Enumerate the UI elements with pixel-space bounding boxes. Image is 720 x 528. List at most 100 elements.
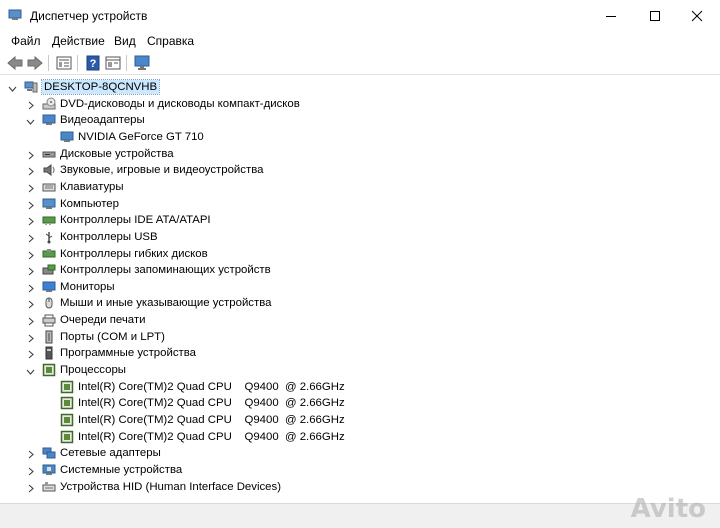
tree-category[interactable]: Дисковые устройства	[0, 146, 700, 162]
menu-help[interactable]: Справка	[147, 34, 194, 48]
tree-category[interactable]: Порты (COM и LPT)	[0, 329, 700, 345]
software-device-icon	[42, 346, 56, 360]
monitor-icon[interactable]	[133, 54, 151, 72]
tree-category[interactable]: Клавиатуры	[0, 179, 700, 195]
tree-category-label: Контроллеры гибких дисков	[60, 247, 208, 260]
chevron-right-icon[interactable]	[26, 282, 35, 293]
chevron-down-icon[interactable]	[26, 365, 35, 375]
tree-category-label: Компьютер	[60, 197, 119, 210]
close-button[interactable]	[674, 0, 720, 31]
cpu-icon	[60, 430, 74, 444]
tree-category[interactable]: Компьютер	[0, 196, 700, 212]
cpu-icon	[60, 413, 74, 427]
tree-category-label: Очереди печати	[60, 314, 146, 327]
avito-watermark: Avito	[630, 494, 706, 524]
properties-icon[interactable]	[55, 54, 73, 72]
printer-icon	[42, 313, 56, 327]
menu-action[interactable]: Действие	[52, 34, 105, 48]
chevron-right-icon[interactable]	[26, 348, 35, 359]
storage-controller-icon	[42, 263, 56, 277]
toolbar: ?	[0, 51, 720, 75]
chevron-right-icon[interactable]	[26, 448, 35, 459]
tree-category[interactable]: Системные устройства	[0, 462, 700, 478]
chevron-right-icon[interactable]	[26, 265, 35, 276]
cpu-icon	[60, 380, 74, 394]
speaker-icon	[42, 163, 56, 177]
chevron-right-icon[interactable]	[26, 482, 35, 493]
chevron-right-icon[interactable]	[26, 332, 35, 343]
tree-category-label: Процессоры	[60, 364, 126, 377]
minimize-icon	[606, 15, 616, 17]
tree-category[interactable]: Мыши и иные указывающие устройства	[0, 295, 700, 311]
tree-category-label: Мониторы	[60, 280, 115, 293]
chevron-down-icon[interactable]	[8, 82, 17, 92]
processor-icon	[42, 363, 56, 377]
dvd-drive-icon	[42, 97, 56, 111]
tree-root[interactable]: DESKTOP-8QCNVHB	[0, 79, 700, 95]
tree-category[interactable]: Контроллеры USB	[0, 229, 700, 245]
menu-file[interactable]: Файл	[11, 34, 41, 48]
tree-device-label: Intel(R) Core(TM)2 Quad CPU Q9400 @ 2.66…	[78, 414, 345, 426]
tree-category-label: Мыши и иные указывающие устройства	[60, 297, 272, 310]
tree-category-label: Дисковые устройства	[60, 147, 174, 160]
monitor-icon	[42, 280, 56, 294]
view-icon[interactable]	[104, 54, 122, 72]
tree-category-label: Порты (COM и LPT)	[60, 330, 165, 343]
chevron-right-icon[interactable]	[26, 298, 35, 309]
floppy-controller-icon	[42, 247, 56, 261]
tree-category[interactable]: Процессоры	[0, 362, 700, 378]
tree-category-label: Звуковые, игровые и видеоустройства	[60, 164, 264, 177]
device-manager-icon	[8, 9, 22, 21]
tree-category[interactable]: Мониторы	[0, 279, 700, 295]
title-bar[interactable]: Диспетчер устройств	[0, 0, 720, 31]
tree-category-label: Сетевые адаптеры	[60, 447, 161, 460]
window-title: Диспетчер устройств	[30, 9, 148, 23]
tree-category[interactable]: Сетевые адаптеры	[0, 445, 700, 461]
computer-icon	[24, 80, 38, 94]
tree-category-label: Контроллеры USB	[60, 230, 158, 243]
help-icon[interactable]: ?	[84, 54, 102, 72]
tree-device[interactable]: Intel(R) Core(TM)2 Quad CPU Q9400 @ 2.66…	[0, 412, 700, 428]
tree-device[interactable]: Intel(R) Core(TM)2 Quad CPU Q9400 @ 2.66…	[0, 395, 700, 411]
tree-category[interactable]: Видеоадаптеры	[0, 112, 700, 128]
tree-category[interactable]: Контроллеры запоминающих устройств	[0, 262, 700, 278]
chevron-right-icon[interactable]	[26, 465, 35, 476]
tree-device-label: Intel(R) Core(TM)2 Quad CPU Q9400 @ 2.66…	[78, 397, 345, 410]
chevron-down-icon[interactable]	[26, 115, 35, 126]
minimize-button[interactable]	[588, 0, 634, 31]
keyboard-icon	[42, 180, 56, 194]
chevron-right-icon[interactable]	[26, 315, 35, 326]
tree-device[interactable]: NVIDIA GeForce GT 710	[0, 129, 700, 145]
tree-category[interactable]: Очереди печати	[0, 312, 700, 328]
chevron-right-icon[interactable]	[26, 182, 35, 193]
tree-device[interactable]: Intel(R) Core(TM)2 Quad CPU Q9400 @ 2.66…	[0, 429, 700, 445]
chevron-right-icon[interactable]	[26, 99, 35, 110]
tree-category[interactable]: Контроллеры гибких дисков	[0, 246, 700, 262]
forward-icon[interactable]	[26, 54, 44, 72]
tree-category[interactable]: Звуковые, игровые и видеоустройства	[0, 162, 700, 178]
svg-text:?: ?	[90, 58, 97, 70]
device-tree[interactable]: DESKTOP-8QCNVHB DVD-дисководы и дисководы…	[0, 76, 720, 500]
chevron-right-icon[interactable]	[26, 199, 35, 209]
close-icon	[691, 10, 703, 21]
tree-category[interactable]: Программные устройства	[0, 345, 700, 361]
tree-category[interactable]: Контроллеры IDE ATA/ATAPI	[0, 212, 700, 228]
chevron-right-icon[interactable]	[26, 165, 35, 176]
tree-category-label: Контроллеры запоминающих устройств	[60, 264, 271, 277]
chevron-right-icon[interactable]	[26, 232, 35, 243]
tree-category[interactable]: Устройства HID (Human Interface Devices)	[0, 479, 700, 495]
tree-device[interactable]: Intel(R) Core(TM)2 Quad CPU Q9400 @ 2.66…	[0, 379, 700, 395]
menu-view[interactable]: Вид	[114, 34, 136, 48]
back-icon[interactable]	[6, 54, 24, 72]
disk-drive-icon	[42, 147, 56, 161]
cpu-icon	[60, 396, 74, 410]
tree-category[interactable]: DVD-дисководы и дисководы компакт-дисков	[0, 96, 700, 112]
tree-root-label: DESKTOP-8QCNVHB	[40, 79, 161, 95]
chevron-right-icon[interactable]	[26, 249, 35, 259]
computer-icon	[42, 197, 56, 211]
chevron-right-icon[interactable]	[26, 215, 35, 226]
tree-category-label: Видеоадаптеры	[60, 114, 145, 127]
chevron-right-icon[interactable]	[26, 149, 35, 160]
tree-category-label: Контроллеры IDE ATA/ATAPI	[60, 214, 211, 227]
maximize-button[interactable]	[632, 0, 678, 31]
